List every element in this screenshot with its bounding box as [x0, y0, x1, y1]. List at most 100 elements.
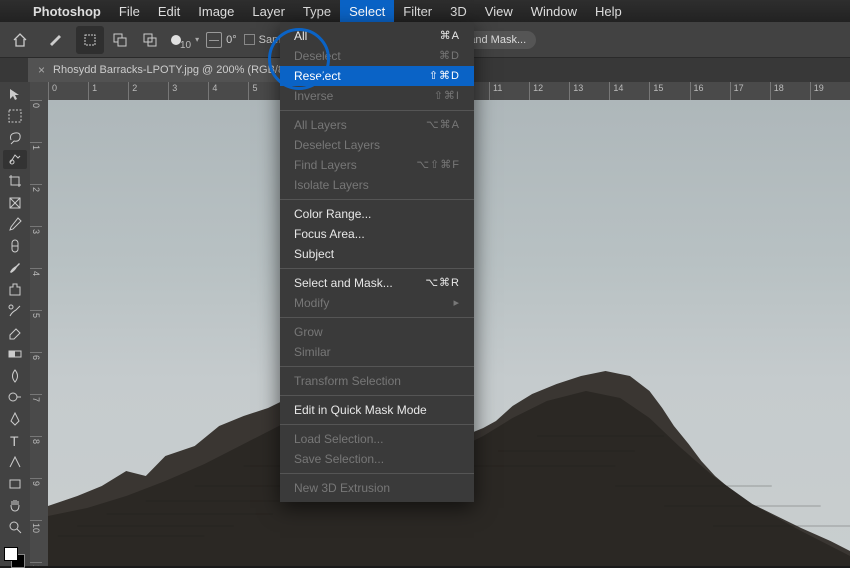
ruler-tick: 16 — [690, 82, 730, 100]
ruler-corner — [30, 82, 48, 100]
tool-lasso[interactable] — [3, 128, 27, 147]
menu-item-all[interactable]: All ⌘A — [280, 26, 474, 46]
menu-item-deselect: Deselect⌘D — [280, 46, 474, 66]
tool-gradient[interactable] — [3, 345, 27, 364]
add-selection-icon[interactable] — [106, 26, 134, 54]
menu-item-label: All Layers — [294, 118, 347, 132]
ruler-tick: 1 — [88, 82, 128, 100]
menu-item-label: Subject — [294, 247, 334, 261]
checkbox-icon — [244, 34, 255, 45]
ruler-tick: 11 — [30, 562, 42, 566]
close-tab-icon[interactable]: × — [38, 63, 45, 77]
ruler-tick: 11 — [489, 82, 529, 100]
menu-item-label: Transform Selection — [294, 374, 401, 388]
menu-item-color-range[interactable]: Color Range... — [280, 204, 474, 224]
menu-separator — [280, 199, 474, 200]
ruler-tick: 2 — [30, 184, 42, 226]
tool-move[interactable] — [3, 85, 27, 104]
tool-blur[interactable] — [3, 366, 27, 385]
menu-item-subject[interactable]: Subject — [280, 244, 474, 264]
ruler-tick: 8 — [30, 436, 42, 478]
document-tab[interactable]: × Rhosydd Barracks-LPOTY.jpg @ 200% (RGB… — [28, 58, 302, 82]
tool-rectangle[interactable] — [3, 475, 27, 494]
ruler-tick: 0 — [30, 100, 42, 142]
menu-3d[interactable]: 3D — [441, 0, 476, 22]
menu-view[interactable]: View — [476, 0, 522, 22]
ruler-tick: 4 — [208, 82, 248, 100]
tool-dodge[interactable] — [3, 388, 27, 407]
tool-preset-icon[interactable] — [41, 26, 69, 54]
tool-marquee[interactable] — [3, 107, 27, 126]
new-selection-icon[interactable] — [76, 26, 104, 54]
tool-history-brush[interactable] — [3, 301, 27, 320]
menu-separator — [280, 424, 474, 425]
tool-brush[interactable] — [3, 258, 27, 277]
select-menu-dropdown: All ⌘A Deselect⌘DReselect⇧⌘DInverse⇧⌘I All … — [280, 22, 474, 502]
tool-frame[interactable] — [3, 193, 27, 212]
tool-crop[interactable] — [3, 172, 27, 191]
subtract-selection-icon[interactable] — [136, 26, 164, 54]
menu-edit[interactable]: Edit — [149, 0, 189, 22]
menu-item-edit-in-quick-mask-mode[interactable]: Edit in Quick Mask Mode — [280, 400, 474, 420]
menu-item-similar: Similar — [280, 342, 474, 362]
menu-layer[interactable]: Layer — [243, 0, 294, 22]
menu-separator — [280, 395, 474, 396]
menu-type[interactable]: Type — [294, 0, 340, 22]
menu-item-modify: Modify▸ — [280, 293, 474, 313]
menu-item-label: All — [294, 29, 307, 43]
menu-item-label: Modify — [294, 296, 329, 310]
menu-select[interactable]: Select — [340, 0, 394, 22]
menu-item-reselect[interactable]: Reselect⇧⌘D — [280, 66, 474, 86]
menu-file[interactable]: File — [110, 0, 149, 22]
ruler-tick: 9 — [30, 478, 42, 520]
menu-item-select-and-mask[interactable]: Select and Mask... ⌥⌘R — [280, 273, 474, 293]
home-icon[interactable] — [6, 26, 34, 54]
tool-healing[interactable] — [3, 236, 27, 255]
menu-item-grow: Grow — [280, 322, 474, 342]
tool-eraser[interactable] — [3, 323, 27, 342]
ruler-tick: 14 — [609, 82, 649, 100]
menu-help[interactable]: Help — [586, 0, 631, 22]
tool-zoom[interactable] — [3, 518, 27, 537]
toolbox: T — [0, 82, 30, 566]
menu-item-label: New 3D Extrusion — [294, 481, 390, 495]
menu-item-label: Deselect Layers — [294, 138, 380, 152]
menu-item-shortcut: ⌥⌘R — [425, 276, 460, 290]
menu-filter[interactable]: Filter — [394, 0, 441, 22]
tool-path[interactable] — [3, 453, 27, 472]
menu-item-label: Focus Area... — [294, 227, 365, 241]
document-title: Rhosydd Barracks-LPOTY.jpg @ 200% (RGB/8… — [53, 64, 292, 76]
color-swatches[interactable] — [4, 547, 26, 566]
menu-item-focus-area[interactable]: Focus Area... — [280, 224, 474, 244]
ruler-tick: 3 — [168, 82, 208, 100]
tool-quick-select[interactable] — [3, 150, 27, 169]
app-name[interactable]: Photoshop — [24, 4, 110, 19]
angle-control[interactable]: 0° — [206, 32, 237, 48]
ruler-tick: 19 — [810, 82, 850, 100]
svg-text:T: T — [10, 433, 19, 449]
ruler-tick: 6 — [30, 352, 42, 394]
brush-preset[interactable]: 10 ▾ — [171, 28, 199, 51]
tool-eyedropper[interactable] — [3, 215, 27, 234]
menu-item-find-layers: Find Layers⌥⇧⌘F — [280, 155, 474, 175]
menu-item-shortcut: ⌘A — [440, 29, 460, 43]
tool-pen[interactable] — [3, 410, 27, 429]
menu-item-isolate-layers: Isolate Layers — [280, 175, 474, 195]
menu-item-label: Color Range... — [294, 207, 371, 221]
menu-image[interactable]: Image — [189, 0, 243, 22]
foreground-color-swatch[interactable] — [4, 547, 18, 561]
tool-hand[interactable] — [3, 496, 27, 515]
angle-icon — [206, 32, 222, 48]
menu-item-label: Select and Mask... — [294, 276, 393, 290]
menu-item-label: Isolate Layers — [294, 178, 369, 192]
tool-type[interactable]: T — [3, 431, 27, 450]
menu-item-inverse: Inverse⇧⌘I — [280, 86, 474, 106]
menu-item-save-selection: Save Selection... — [280, 449, 474, 469]
tool-clone[interactable] — [3, 280, 27, 299]
chevron-down-icon: ▾ — [195, 35, 199, 44]
menu-separator — [280, 110, 474, 111]
menu-item-new-3d-extrusion: New 3D Extrusion — [280, 478, 474, 498]
menu-window[interactable]: Window — [522, 0, 586, 22]
menu-item-label: Find Layers — [294, 158, 357, 172]
menu-separator — [280, 268, 474, 269]
